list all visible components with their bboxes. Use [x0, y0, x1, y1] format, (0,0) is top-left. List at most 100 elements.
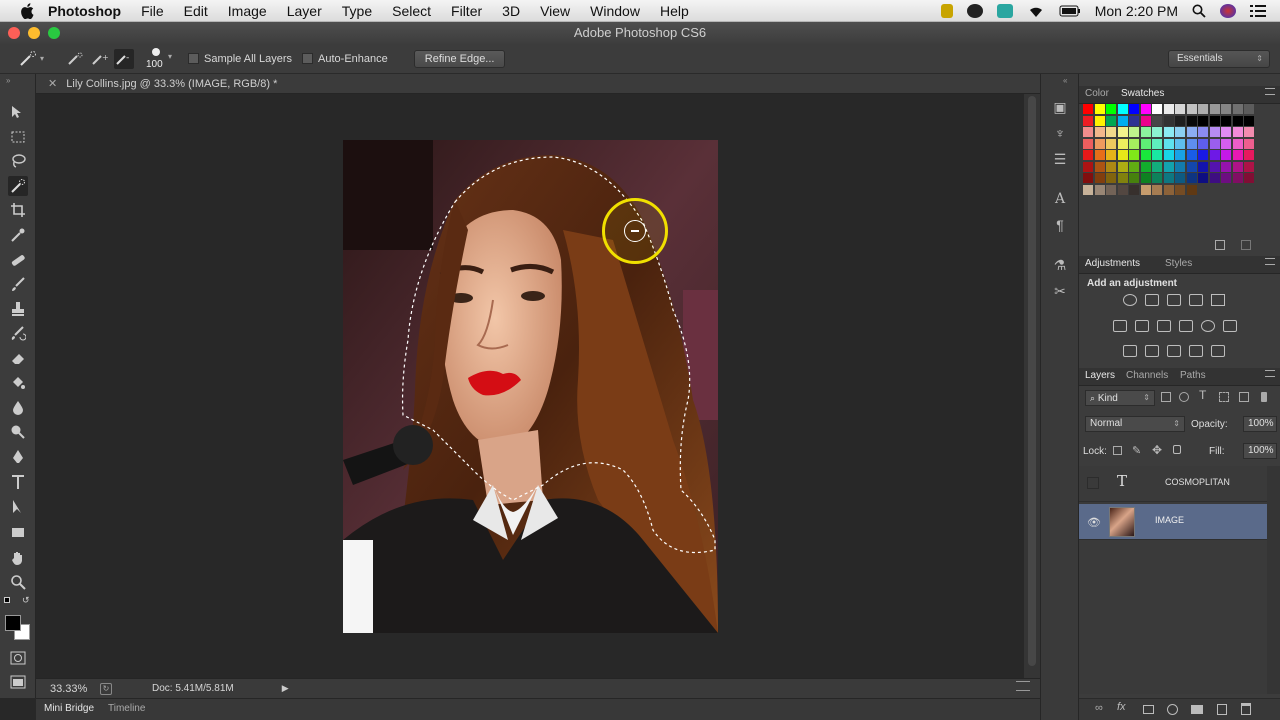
lock-transparent-icon[interactable]: [1113, 446, 1122, 455]
swatch[interactable]: [1209, 127, 1220, 137]
lock-all-icon[interactable]: [1173, 445, 1181, 454]
swatch[interactable]: [1094, 138, 1105, 149]
menu-image[interactable]: Image: [228, 3, 267, 19]
layer-filter-kind-dropdown[interactable]: ⌕ Kind ⇕: [1085, 390, 1155, 406]
document-canvas[interactable]: [36, 94, 1024, 678]
swatch[interactable]: [1106, 104, 1116, 114]
tab-layers[interactable]: Layers: [1085, 370, 1115, 381]
rectangle-tool[interactable]: [8, 522, 28, 542]
swatch[interactable]: [1209, 161, 1220, 172]
black-white-icon[interactable]: [1157, 320, 1171, 332]
swatch[interactable]: [1186, 150, 1197, 160]
swatch[interactable]: [1129, 161, 1139, 172]
tab-color[interactable]: Color: [1085, 88, 1109, 99]
color-balance-icon[interactable]: [1135, 320, 1149, 332]
tab-styles[interactable]: Styles: [1165, 258, 1192, 269]
swatch[interactable]: [1209, 150, 1220, 160]
swatch[interactable]: [1232, 115, 1243, 126]
layer-style-icon[interactable]: fx: [1117, 701, 1126, 713]
swatch[interactable]: [1083, 173, 1093, 183]
swatch[interactable]: [1232, 104, 1243, 114]
hand-tool[interactable]: [8, 548, 28, 568]
pen-tool[interactable]: [8, 447, 28, 467]
clone-source-icon[interactable]: ⚗: [1051, 256, 1069, 274]
swatch[interactable]: [1129, 127, 1139, 137]
swatch[interactable]: [1198, 127, 1208, 137]
menu-filter[interactable]: Filter: [451, 3, 482, 19]
opacity-input[interactable]: 100%: [1243, 416, 1277, 432]
layer-row-image[interactable]: 👁 IMAGE: [1079, 504, 1267, 540]
swatch[interactable]: [1209, 115, 1220, 126]
swatch[interactable]: [1163, 161, 1174, 172]
swatch[interactable]: [1163, 104, 1174, 114]
user-avatar-icon[interactable]: [1220, 4, 1236, 18]
swatch[interactable]: [1129, 173, 1139, 183]
new-swatch-icon[interactable]: [1215, 240, 1225, 250]
filter-adjustment-icon[interactable]: [1179, 392, 1189, 402]
rectangular-marquee-tool[interactable]: [8, 127, 28, 147]
quick-selection-tool[interactable]: [8, 176, 28, 196]
hamburger-menu-icon[interactable]: [1016, 681, 1030, 691]
path-selection-tool[interactable]: [8, 497, 28, 517]
swatch[interactable]: [1083, 104, 1093, 114]
wifi-icon[interactable]: [1027, 4, 1045, 18]
apple-icon[interactable]: [20, 2, 34, 19]
photo-filter-icon[interactable]: [1179, 320, 1193, 332]
scrollbar-thumb[interactable]: [1028, 96, 1036, 666]
share-icon[interactable]: ↻: [100, 682, 112, 695]
swatch[interactable]: [1198, 161, 1208, 172]
layer-name[interactable]: COSMOPLITAN: [1165, 477, 1230, 487]
tab-paths[interactable]: Paths: [1180, 370, 1206, 381]
new-layer-icon[interactable]: [1217, 704, 1227, 715]
swatch[interactable]: [1106, 173, 1116, 183]
menu-type[interactable]: Type: [342, 3, 372, 19]
layers-scrollbar[interactable]: [1267, 466, 1280, 694]
menu-edit[interactable]: Edit: [184, 3, 208, 19]
layer-name[interactable]: IMAGE: [1155, 515, 1184, 525]
swatch[interactable]: [1175, 127, 1185, 137]
new-group-icon[interactable]: [1191, 705, 1203, 714]
tab-swatches[interactable]: Swatches: [1121, 88, 1164, 99]
threshold-icon[interactable]: [1167, 345, 1181, 357]
swatch[interactable]: [1083, 115, 1093, 126]
brush-presets-icon[interactable]: ♆: [1051, 124, 1069, 142]
swatch[interactable]: [1106, 115, 1116, 126]
zoom-tool[interactable]: [8, 572, 28, 592]
swatch[interactable]: [1175, 104, 1185, 114]
swatch[interactable]: [1186, 184, 1197, 195]
menu-select[interactable]: Select: [392, 3, 431, 19]
spot-healing-brush-tool[interactable]: [8, 250, 28, 270]
swatch[interactable]: [1221, 127, 1231, 137]
document-tab[interactable]: ✕ Lily Collins.jpg @ 33.3% (IMAGE, RGB/8…: [40, 74, 285, 94]
tool-settings-icon[interactable]: ✂: [1051, 282, 1069, 300]
swatch[interactable]: [1140, 115, 1151, 126]
eraser-tool[interactable]: [8, 348, 28, 368]
zoom-level[interactable]: 33.33%: [50, 683, 100, 695]
swatch[interactable]: [1140, 184, 1151, 195]
posterize-icon[interactable]: [1145, 345, 1159, 357]
swatch[interactable]: [1163, 138, 1174, 149]
delete-layer-icon[interactable]: [1241, 703, 1251, 715]
foreground-color-swatch[interactable]: [5, 615, 21, 631]
swatch[interactable]: [1175, 173, 1185, 183]
delete-swatch-icon[interactable]: [1241, 240, 1251, 250]
close-window-button[interactable]: [8, 27, 20, 39]
swatch[interactable]: [1186, 104, 1197, 114]
tool-preset-picker[interactable]: ▾: [18, 49, 52, 69]
swatch[interactable]: [1117, 161, 1128, 172]
brush-picker[interactable]: 100 ▾: [144, 46, 174, 72]
swatch[interactable]: [1198, 150, 1208, 160]
swatch[interactable]: [1221, 161, 1231, 172]
swatch[interactable]: [1152, 104, 1162, 114]
swatch[interactable]: [1083, 184, 1093, 195]
vibrance-icon[interactable]: [1211, 294, 1225, 306]
type-tool[interactable]: [8, 472, 28, 492]
swatch[interactable]: [1198, 138, 1208, 149]
swatch[interactable]: [1186, 173, 1197, 183]
swatch[interactable]: [1186, 127, 1197, 137]
swatch[interactable]: [1106, 184, 1116, 195]
swatch[interactable]: [1083, 127, 1093, 137]
swatch[interactable]: [1140, 173, 1151, 183]
swatch[interactable]: [1129, 115, 1139, 126]
swatch[interactable]: [1152, 184, 1162, 195]
